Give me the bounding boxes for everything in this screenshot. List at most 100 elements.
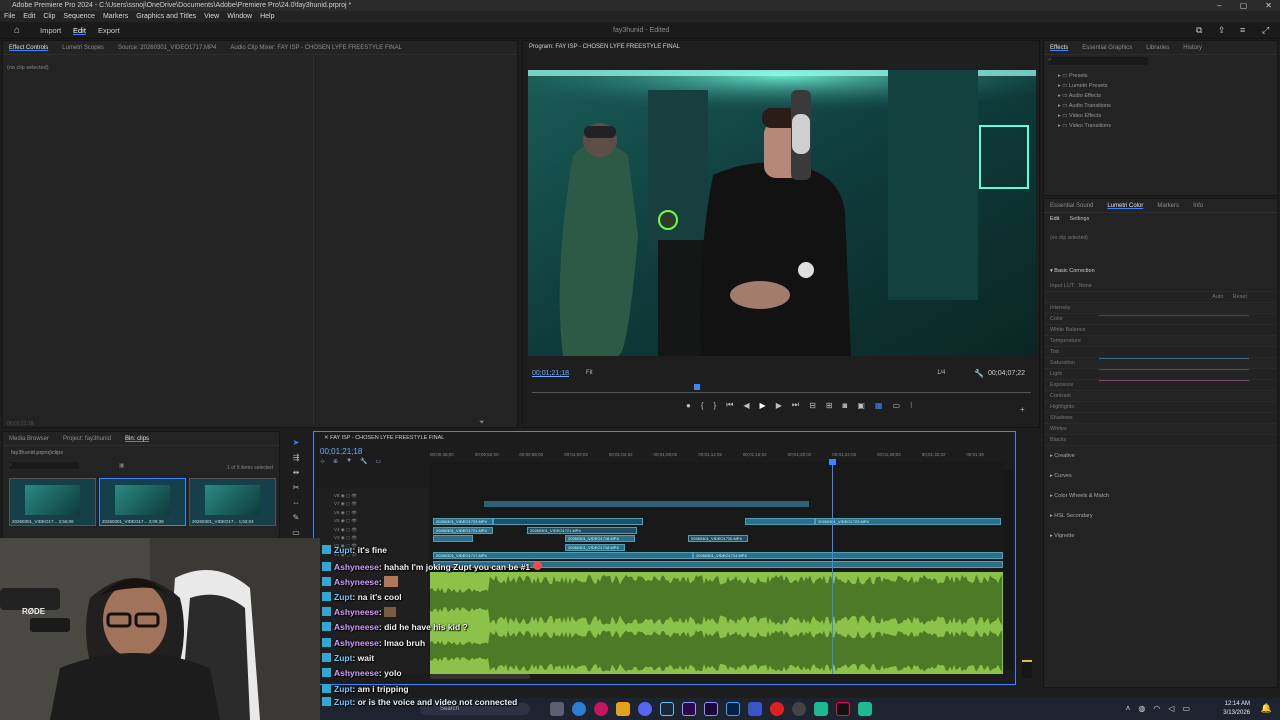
- file-explorer-icon[interactable]: [616, 702, 630, 716]
- tab-essential-sound[interactable]: Essential Sound: [1050, 199, 1093, 212]
- tab-export[interactable]: Export: [98, 22, 120, 39]
- saturation-track[interactable]: [1099, 380, 1249, 381]
- exposure-slider[interactable]: Exposure: [1044, 380, 1277, 391]
- menu-icon[interactable]: ≡: [1240, 22, 1245, 39]
- play-icon[interactable]: ▶: [760, 401, 766, 410]
- wifi-icon[interactable]: ◠: [1153, 704, 1160, 713]
- tab-effects[interactable]: Effects: [1050, 41, 1068, 54]
- whites-slider[interactable]: Whites: [1044, 424, 1277, 435]
- clip-thumbnail-2[interactable]: 20260301_VIDEO17... 2;09;38: [99, 478, 186, 526]
- timeline-clip-5[interactable]: 20260301_VIDEO1721.MP4: [433, 527, 493, 534]
- tab-import[interactable]: Import: [40, 22, 61, 39]
- battery-icon[interactable]: ▭: [1182, 704, 1190, 713]
- folder-audio-effects[interactable]: ▸ ▭ Audio Effects: [1058, 91, 1111, 101]
- linked-select-icon[interactable]: ⊕: [333, 458, 338, 465]
- folder-audio-transitions[interactable]: ▸ ▭ Audio Transitions: [1058, 101, 1111, 111]
- track-header-row[interactable]: V7 ◉ ▢ 👁: [334, 500, 394, 508]
- captions-icon[interactable]: ▭: [376, 458, 382, 465]
- tiktok-icon[interactable]: [836, 702, 850, 716]
- tint-slider[interactable]: Tint: [1044, 347, 1277, 358]
- timeline-vertical-scrollbar[interactable]: [1005, 470, 1013, 670]
- menu-graphics[interactable]: Graphics and Titles: [136, 11, 196, 22]
- tab-info[interactable]: Info: [1193, 199, 1203, 212]
- tab-source[interactable]: Source: 20260301_VIDEO1717.MP4: [118, 41, 216, 54]
- record-icon[interactable]: [770, 702, 784, 716]
- selection-tool-icon[interactable]: ➤: [293, 438, 300, 447]
- temperature-slider[interactable]: Temperature: [1044, 336, 1277, 347]
- menu-sequence[interactable]: Sequence: [63, 11, 95, 22]
- track-header-row[interactable]: V6 ◉ ▢ 👁: [334, 509, 394, 517]
- obs-icon[interactable]: [792, 702, 806, 716]
- tab-effect-controls[interactable]: Effect Controls: [9, 41, 48, 54]
- safe-margins-icon[interactable]: ▦: [875, 401, 883, 410]
- white-balance-row[interactable]: White Balance: [1044, 325, 1277, 336]
- intensity-slider[interactable]: Intensity: [1044, 303, 1277, 314]
- subtab-settings[interactable]: Settings: [1069, 216, 1089, 222]
- track-header-row[interactable]: V8 ◉ ▢ 👁: [334, 492, 394, 500]
- ripple-edit-icon[interactable]: ⇹: [293, 468, 300, 477]
- section-hsl-secondary[interactable]: ▸ HSL Secondary: [1044, 506, 1277, 526]
- tab-project[interactable]: Project: fay3hunid: [63, 432, 111, 445]
- vr-icon[interactable]: ▭: [892, 401, 900, 410]
- pen-tool-icon[interactable]: ✎: [293, 513, 300, 522]
- speaker-icon[interactable]: ◁: [1168, 704, 1174, 713]
- home-icon[interactable]: ⌂: [14, 22, 20, 39]
- timeline-clip-6[interactable]: 20260301_VIDEO1721.MP4: [527, 527, 637, 534]
- menu-markers[interactable]: Markers: [103, 11, 128, 22]
- taskbar-clock[interactable]: 12:14 AM 3/13/2026: [1223, 700, 1250, 718]
- track-select-icon[interactable]: ⇶: [293, 453, 300, 462]
- opera-icon[interactable]: [594, 702, 608, 716]
- app-icon[interactable]: [814, 702, 828, 716]
- tab-edit[interactable]: Edit: [73, 22, 86, 39]
- marker-icon[interactable]: ●: [686, 401, 691, 410]
- tab-history[interactable]: History: [1183, 41, 1202, 54]
- menu-edit[interactable]: Edit: [23, 11, 35, 22]
- section-vignette[interactable]: ▸ Vignette: [1044, 526, 1277, 546]
- timeline-clip-1[interactable]: 20260301_VIDEO1723.MP4: [433, 518, 493, 525]
- program-scrubber[interactable]: [532, 392, 1031, 393]
- timeline-clip-9[interactable]: [433, 535, 473, 542]
- tray-app-icon[interactable]: ◍: [1138, 704, 1145, 713]
- menu-window[interactable]: Window: [227, 11, 252, 22]
- timeline-playhead[interactable]: [832, 460, 833, 674]
- new-bin-icon[interactable]: ▣: [119, 462, 125, 469]
- timeline-clip-12[interactable]: 20260301_VIDEO1714.MP4: [693, 552, 1003, 559]
- step-forward-icon[interactable]: ▶: [776, 401, 782, 410]
- track-v8-clips[interactable]: [484, 501, 809, 507]
- photoshop-icon[interactable]: [726, 702, 740, 716]
- wrench-icon[interactable]: 🔧: [974, 369, 984, 378]
- rectangle-tool-icon[interactable]: ▭: [292, 528, 300, 537]
- tint-track[interactable]: [1099, 369, 1249, 370]
- app-icon-2[interactable]: [858, 702, 872, 716]
- notification-bell-icon[interactable]: 🔔: [1261, 703, 1272, 714]
- tab-audio-clip-mixer[interactable]: Audio Clip Mixer: FAY ISP - CHOSEN LYFE …: [230, 41, 402, 54]
- timeline-clip-3[interactable]: [745, 518, 815, 525]
- minimize-button[interactable]: –: [1217, 0, 1221, 11]
- add-marker-icon[interactable]: ▼: [346, 458, 352, 465]
- time-ruler[interactable]: 00;00;48;00 00;00;52;00 00;00;56;00 00;01;0…: [430, 452, 1005, 462]
- section-creative[interactable]: ▸ Creative: [1044, 446, 1277, 466]
- mark-in-icon[interactable]: {: [701, 401, 704, 410]
- timeline-settings-icon[interactable]: 🔧: [360, 458, 367, 465]
- lift-icon[interactable]: ⊟: [809, 401, 816, 410]
- camera-icon[interactable]: ◙: [842, 401, 847, 410]
- folder-lumetri-presets[interactable]: ▸ ▭ Lumetri Presets: [1058, 81, 1111, 91]
- mark-out-icon[interactable]: }: [714, 401, 717, 410]
- folder-video-effects[interactable]: ▸ ▭ Video Effects: [1058, 111, 1111, 121]
- task-view-icon[interactable]: [550, 702, 564, 716]
- tab-media-browser[interactable]: Media Browser: [9, 432, 49, 445]
- timeline-clip-8[interactable]: 20260301_VIDEO1720.MP4: [688, 535, 748, 542]
- timeline-clip-4[interactable]: 20260301_VIDEO1723.MP4: [815, 518, 1001, 525]
- folder-presets[interactable]: ▸ ▭ Presets: [1058, 71, 1111, 81]
- go-to-in-icon[interactable]: ⏮: [726, 400, 733, 410]
- highlights-slider[interactable]: Highlights: [1044, 402, 1277, 413]
- extract-icon[interactable]: ⊞: [826, 401, 833, 410]
- step-back-icon[interactable]: ◀: [743, 401, 749, 410]
- resolution-dropdown[interactable]: 1/4: [937, 370, 945, 376]
- snap-icon[interactable]: ⊹: [320, 458, 325, 465]
- go-to-out-icon[interactable]: ⏭: [792, 400, 799, 410]
- folder-video-transitions[interactable]: ▸ ▭ Video Transitions: [1058, 121, 1111, 131]
- input-lut-row[interactable]: Input LUT None: [1044, 281, 1277, 292]
- steam-icon[interactable]: [660, 702, 674, 716]
- add-button-icon[interactable]: +: [1020, 405, 1025, 414]
